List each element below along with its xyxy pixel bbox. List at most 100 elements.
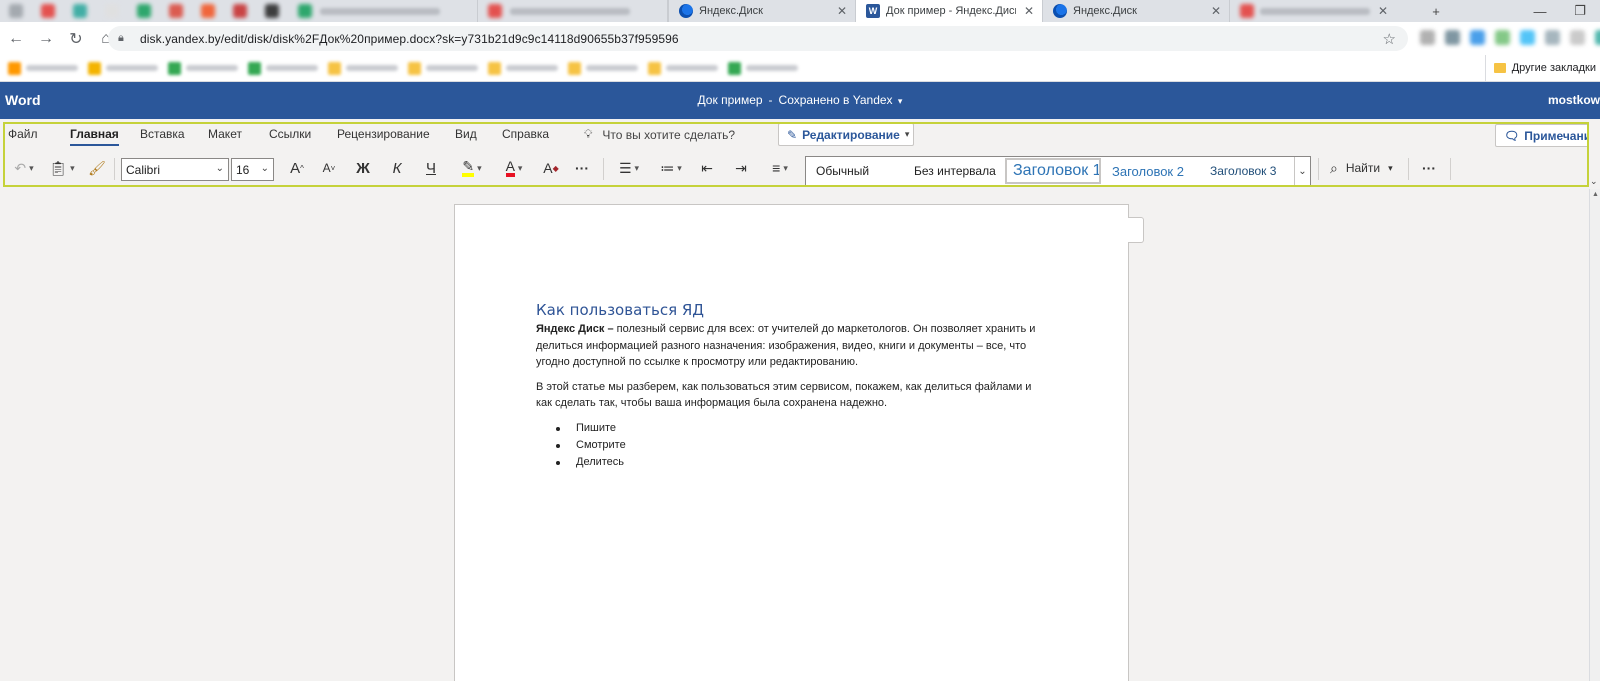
tell-me-search[interactable]: 💡︎ Что вы хотите сделать? [584, 127, 735, 142]
extension-icon[interactable] [1445, 30, 1460, 45]
bookmark-item[interactable] [728, 61, 798, 75]
tab[interactable]: ✕ [1229, 0, 1416, 22]
bold-button[interactable]: Ж [352, 156, 374, 180]
tab[interactable] [224, 0, 256, 22]
document-title-area[interactable]: Док пример - Сохранено в Yandex ▾ [0, 93, 1600, 107]
more-font-options-button[interactable]: ··· [570, 156, 594, 180]
tab-yandex-disk-2[interactable]: Яндекс.Диск ✕ [1042, 0, 1229, 22]
find-button[interactable]: ⌕ Найти ▾ [1330, 156, 1393, 180]
tab-file[interactable]: Файл [8, 127, 38, 141]
shrink-font-button[interactable]: A ˅ [318, 156, 340, 180]
extension-icon[interactable] [1420, 30, 1435, 45]
decrease-indent-button[interactable]: ⇤ [696, 156, 718, 180]
forward-icon[interactable]: → [32, 25, 60, 53]
comments-button[interactable]: 🗨︎ Примечания [1495, 124, 1589, 147]
tab-doc-example[interactable]: W Док пример - Яндекс.Диск ✕ [855, 0, 1042, 22]
close-icon[interactable]: ✕ [1022, 4, 1036, 18]
extension-icon[interactable] [1520, 30, 1535, 45]
list-item[interactable]: Делитесь [556, 454, 1046, 471]
tab[interactable] [256, 0, 288, 22]
tab-review[interactable]: Рецензирование [337, 127, 430, 141]
bookmark-folder[interactable] [408, 61, 478, 75]
bookmark-star-icon[interactable]: ☆ [1383, 30, 1396, 48]
close-icon[interactable]: ✕ [1209, 4, 1223, 18]
editing-mode-button[interactable]: ✎ Редактирование ▾ [778, 123, 914, 146]
tab[interactable] [0, 0, 32, 22]
document-heading[interactable]: Как пользоваться ЯД [536, 301, 1046, 319]
tab[interactable] [96, 0, 128, 22]
tab-layout[interactable]: Макет [208, 127, 242, 141]
tab[interactable] [192, 0, 224, 22]
tab[interactable] [288, 0, 478, 22]
bookmark-folder[interactable] [488, 61, 558, 75]
bookmark-item[interactable] [8, 61, 78, 75]
increase-indent-button[interactable]: ⇥ [730, 156, 752, 180]
chevron-down-icon[interactable]: ▾ [898, 96, 903, 106]
address-bar[interactable]: 🔒︎ disk.yandex.by/edit/disk/disk%2FДок%2… [108, 26, 1408, 51]
font-color-button[interactable]: A ▾ [497, 156, 531, 180]
align-button[interactable]: ≡ ▾ [763, 156, 797, 180]
format-painter-button[interactable]: 🖌︎ [86, 156, 108, 180]
bookmark-item[interactable] [248, 61, 318, 75]
extension-icon[interactable] [1545, 30, 1560, 45]
tab-view[interactable]: Вид [455, 127, 477, 141]
paragraph-2[interactable]: В этой статье мы разберем, как пользоват… [536, 379, 1046, 412]
vertical-scrollbar[interactable]: ▲ [1589, 189, 1600, 681]
bookmark-folder[interactable] [568, 61, 638, 75]
tab-insert[interactable]: Вставка [140, 127, 185, 141]
reload-icon[interactable]: ↻ [62, 25, 90, 53]
grow-font-button[interactable]: A ^ [286, 156, 308, 180]
minimize-button[interactable]: — [1520, 0, 1560, 22]
document-title[interactable]: Док пример [698, 93, 763, 107]
extension-icon[interactable] [1495, 30, 1510, 45]
bookmark-folder[interactable] [328, 61, 398, 75]
styles-more-button[interactable]: ⌄ [1294, 157, 1310, 185]
tab[interactable] [64, 0, 96, 22]
clear-formatting-button[interactable]: A ◆ [540, 156, 562, 180]
bookmark-item[interactable] [88, 61, 158, 75]
close-icon[interactable]: ✕ [1376, 4, 1390, 18]
tab[interactable] [478, 0, 668, 22]
italic-button[interactable]: К [386, 156, 408, 180]
tab[interactable] [160, 0, 192, 22]
document-canvas[interactable]: Как пользоваться ЯД Яндекс Диск – полезн… [0, 189, 1600, 681]
bookmark-folder[interactable] [648, 61, 718, 75]
style-heading-3[interactable]: Заголовок 3 [1210, 157, 1276, 185]
style-heading-2[interactable]: Заголовок 2 [1112, 157, 1184, 185]
tab-help[interactable]: Справка [502, 127, 549, 141]
url-text[interactable]: disk.yandex.by/edit/disk/disk%2FДок%20пр… [140, 32, 679, 46]
document-page[interactable]: Как пользоваться ЯД Яндекс Диск – полезн… [454, 204, 1129, 681]
list-item[interactable]: Пишите [556, 420, 1046, 437]
other-bookmarks-button[interactable]: Другие закладки [1484, 55, 1600, 81]
tell-me-text[interactable]: Что вы хотите сделать? [602, 128, 735, 142]
close-icon[interactable]: ✕ [835, 4, 849, 18]
paragraph-1[interactable]: Яндекс Диск – полезный сервис для всех: … [536, 321, 1046, 371]
more-options-button[interactable]: ··· [1417, 156, 1441, 180]
numbering-button[interactable]: ≔ ▾ [654, 156, 688, 180]
comment-margin-marker[interactable] [1128, 217, 1144, 243]
bullets-button[interactable]: ☰ ▾ [612, 156, 646, 180]
tab[interactable] [128, 0, 160, 22]
scroll-up-icon[interactable]: ▲ [1592, 191, 1599, 198]
save-status[interactable]: Сохранено в Yandex [779, 93, 893, 107]
tab[interactable] [32, 0, 64, 22]
new-tab-button[interactable]: + [1416, 0, 1456, 22]
tab-references[interactable]: Ссылки [269, 127, 311, 141]
extension-icon[interactable] [1570, 30, 1585, 45]
style-no-spacing[interactable]: Без интервала [914, 157, 996, 185]
style-heading-1[interactable]: Заголовок 1 [1005, 158, 1101, 184]
font-name-select[interactable]: Calibri ⌄ [121, 158, 229, 181]
undo-button[interactable]: ↶ ▾ [7, 156, 41, 180]
highlight-button[interactable]: ✎ ▾ [455, 156, 489, 180]
lock-icon[interactable]: 🔒︎ [118, 32, 132, 45]
paragraph-1-bold[interactable]: Яндекс Диск – [536, 323, 614, 335]
tab-home[interactable]: Главная [70, 127, 119, 146]
tab-yandex-disk[interactable]: Яндекс.Диск ✕ [668, 0, 855, 22]
user-name[interactable]: mostkow [1548, 93, 1600, 107]
extension-icon[interactable] [1470, 30, 1485, 45]
paste-button[interactable]: 📋︎ ▾ [46, 156, 78, 180]
ribbon-collapse-icon[interactable]: ⌄ [1590, 176, 1598, 187]
font-size-select[interactable]: 16 ⌄ [231, 158, 274, 181]
underline-button[interactable]: Ч [420, 156, 442, 180]
extension-icon[interactable] [1595, 30, 1600, 45]
